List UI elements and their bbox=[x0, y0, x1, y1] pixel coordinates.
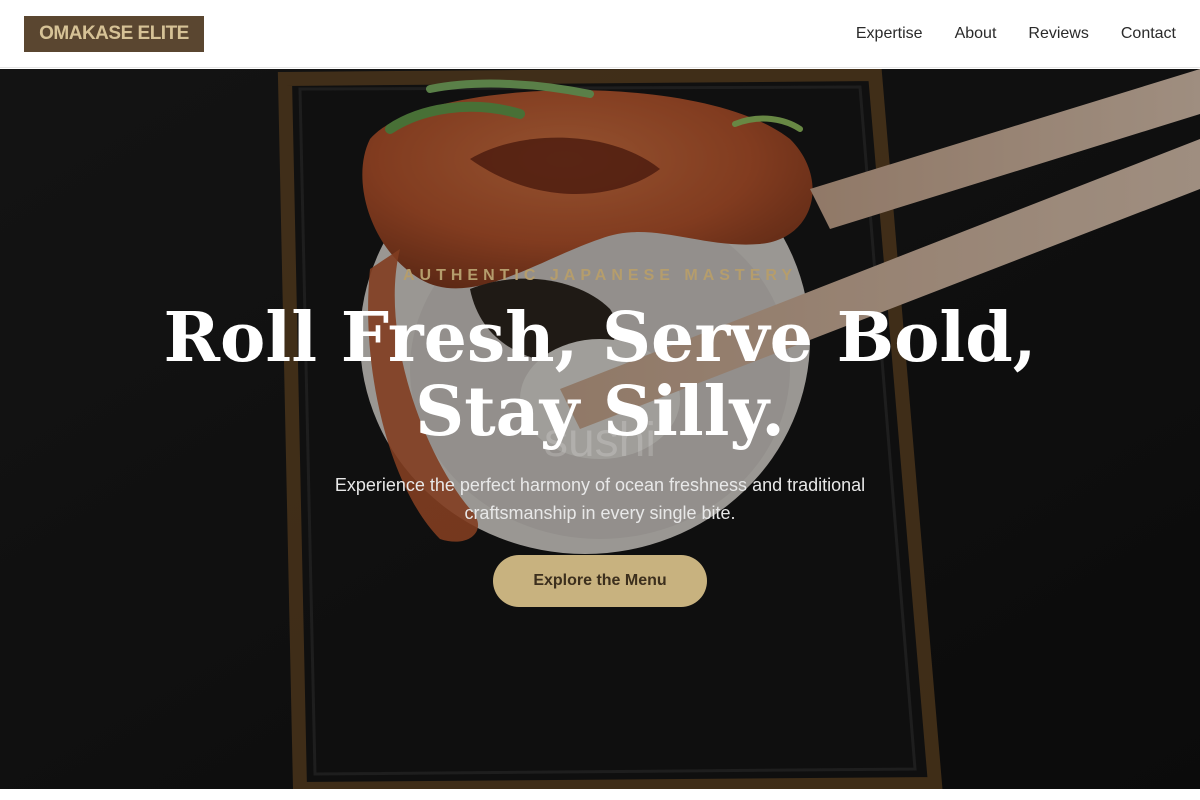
hero-eyebrow: AUTHENTIC JAPANESE MASTERY bbox=[402, 267, 798, 284]
hero-subtitle: Experience the perfect harmony of ocean … bbox=[334, 475, 866, 523]
hero-headline-line1: Roll Fresh, Serve Bold, bbox=[163, 298, 1037, 378]
page-bottom-strip bbox=[0, 789, 1200, 800]
nav-link-expertise[interactable]: Expertise bbox=[856, 25, 923, 43]
explore-menu-button[interactable]: Explore the Menu bbox=[493, 555, 707, 607]
site-header: OMAKASE ELITE Expertise About Reviews Co… bbox=[0, 0, 1200, 68]
nav-link-about[interactable]: About bbox=[955, 25, 997, 43]
main-nav: Expertise About Reviews Contact bbox=[856, 0, 1176, 68]
nav-link-contact[interactable]: Contact bbox=[1121, 25, 1176, 43]
nav-link-reviews[interactable]: Reviews bbox=[1028, 25, 1088, 43]
brand-logo[interactable]: OMAKASE ELITE bbox=[24, 16, 204, 52]
hero-section: AUTHENTIC JAPANESE MASTERY sushi Roll Fr… bbox=[0, 69, 1200, 789]
hero-headline-line2: Stay Silly. bbox=[415, 372, 785, 452]
hero-headline: Roll Fresh, Serve Bold, Stay Silly. bbox=[150, 301, 1050, 449]
